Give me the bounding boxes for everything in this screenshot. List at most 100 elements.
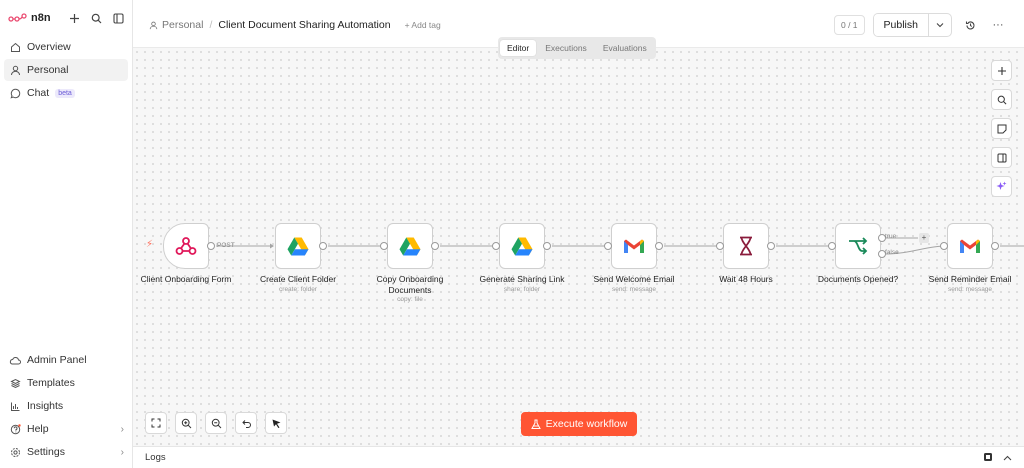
app-window: n8n Overview Personal Chat beta Admin Pa… [0,0,1024,468]
node-label: Copy Onboarding Documents copy: file [350,274,470,304]
google-drive-icon [399,237,421,255]
search-icon[interactable] [88,10,104,26]
output-port[interactable] [319,242,327,250]
panel-toggle-icon[interactable] [991,147,1012,168]
user-icon [9,64,21,76]
sidebar-item-admin-panel[interactable]: Admin Panel [4,349,129,371]
node-generate-sharing-link[interactable] [499,223,545,269]
node-title: Create Client Folder [259,274,337,284]
cursor-mode-icon[interactable] [265,412,287,434]
node-copy-onboarding-documents[interactable] [387,223,433,269]
output-port[interactable] [991,242,999,250]
input-port[interactable] [380,242,388,250]
chevron-down-icon[interactable] [929,14,951,36]
zoom-in-icon[interactable] [175,412,197,434]
node-subtitle: send: message [611,285,657,293]
more-options-icon[interactable]: ··· [988,15,1008,35]
sidebar-top-nav: Overview Personal Chat beta [0,36,132,104]
sidebar-item-label: Insights [27,400,64,412]
input-port[interactable] [604,242,612,250]
input-port[interactable] [828,242,836,250]
tab-evaluations[interactable]: Evaluations [596,40,654,56]
output-port-false[interactable] [878,250,886,258]
sidebar-item-templates[interactable]: Templates [4,372,129,394]
sidebar-item-help[interactable]: Help › [4,418,129,440]
node-send-reminder-email[interactable] [947,223,993,269]
breadcrumb-project-label: Personal [162,19,204,31]
node-label: Wait 48 Hours [686,274,806,285]
node-send-welcome-email[interactable] [611,223,657,269]
trigger-bolt-icon: ⚡ [146,239,154,250]
sidebar-item-personal[interactable]: Personal [4,59,128,81]
history-icon[interactable] [960,15,980,35]
output-port[interactable] [543,242,551,250]
add-node-icon[interactable] [991,60,1012,81]
sidebar-item-label: Admin Panel [27,354,87,366]
fit-view-icon[interactable] [145,412,167,434]
output-port[interactable] [207,242,215,250]
add-node-plus-icon[interactable]: + [919,233,929,243]
node-label: Documents Opened? [798,274,918,285]
gmail-icon [624,239,644,253]
settings-icon [9,446,21,458]
sidebar-item-label: Templates [27,377,75,389]
output-port[interactable] [431,242,439,250]
gmail-icon [960,239,980,253]
breadcrumb-project[interactable]: Personal [149,19,203,31]
sidebar-item-chat[interactable]: Chat beta [4,82,128,104]
user-icon [149,21,158,29]
sticky-note-icon[interactable] [991,118,1012,139]
webhook-icon [175,237,197,255]
zoom-out-icon[interactable] [205,412,227,434]
plus-icon[interactable] [66,10,82,26]
tab-editor[interactable]: Editor [500,40,537,56]
publish-group: Publish [872,13,952,37]
active-counter: 0 / 1 [834,15,865,35]
edge-label-post: POST [217,242,235,249]
sidebar: n8n Overview Personal Chat beta Admin Pa… [0,0,133,468]
tab-executions[interactable]: Executions [538,40,594,56]
hourglass-icon [740,236,752,256]
chevron-up-icon[interactable] [1003,453,1012,463]
sidebar-item-insights[interactable]: Insights [4,395,129,417]
chevron-right-icon: › [120,446,124,458]
branch-label-false: false [885,249,899,256]
templates-icon [9,377,21,389]
logs-panel-bar[interactable]: Logs [133,446,1024,468]
n8n-logo[interactable]: n8n [8,12,51,24]
publish-button[interactable]: Publish [873,14,929,36]
input-port[interactable] [940,242,948,250]
execute-workflow-label: Execute workflow [545,418,628,430]
breadcrumb-separator: / [209,19,213,31]
input-port[interactable] [492,242,500,250]
n8n-logo-icon [8,13,27,22]
node-create-client-folder[interactable] [275,223,321,269]
output-port[interactable] [655,242,663,250]
header-actions: 0 / 1 Publish ··· [834,13,1008,37]
execute-workflow-button[interactable]: Execute workflow [521,412,637,436]
node-title: Wait 48 Hours [719,274,773,284]
node-wait-48-hours[interactable] [723,223,769,269]
logs-popout-icon[interactable] [983,452,993,464]
google-drive-icon [511,237,533,255]
sidebar-item-overview[interactable]: Overview [4,36,128,58]
node-title: Send Welcome Email [593,274,675,284]
node-client-onboarding-form[interactable] [163,223,209,269]
node-title: Copy Onboarding Documents [376,274,444,295]
sidebar-item-label: Chat [27,87,50,99]
add-tag-button[interactable]: + Add tag [405,20,441,30]
node-documents-opened[interactable] [835,223,881,269]
workflow-canvas[interactable]: ⚡ POST true false + Client Onboarding Fo… [133,48,1024,446]
output-port[interactable] [767,242,775,250]
input-port[interactable] [716,242,724,250]
node-title: Send Reminder Email [928,274,1012,284]
output-port-true[interactable] [878,234,886,242]
sidebar-item-settings[interactable]: Settings › [4,441,129,463]
undo-icon[interactable] [235,412,257,434]
sidebar-toggle-icon[interactable] [110,10,126,26]
ai-assistant-sparkle-icon[interactable] [991,176,1012,197]
chevron-right-icon: › [120,423,124,435]
search-nodes-icon[interactable] [991,89,1012,110]
workflow-title[interactable]: Client Document Sharing Automation [218,19,390,31]
node-title: Generate Sharing Link [479,274,565,284]
